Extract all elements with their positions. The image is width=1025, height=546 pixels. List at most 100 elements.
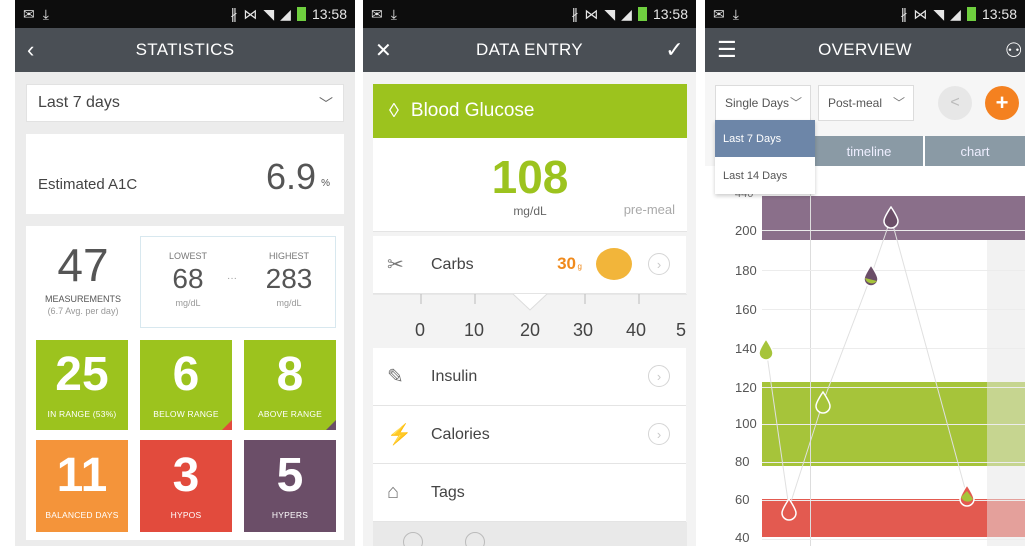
tag-icon: ⌂: [387, 481, 400, 503]
corner-indicator: [326, 420, 336, 430]
in-range-label: IN RANGE (53%): [47, 409, 117, 419]
blood-glucose-header: ◊ Blood Glucose: [373, 84, 687, 138]
meal-tag[interactable]: pre-meal: [624, 202, 675, 217]
corner-indicator: [222, 420, 232, 430]
status-bar: ✉ ⤓ ∦ ⋈ ◥ ◢ 13:58: [15, 0, 355, 28]
nfc-icon: ⋈: [243, 5, 258, 22]
ruler-label: 10: [464, 320, 485, 340]
battery-icon: [637, 7, 647, 21]
calories-row[interactable]: ⚡ Calories ›: [373, 406, 686, 464]
period-select[interactable]: Last 7 days ﹀: [26, 84, 344, 122]
nfc-icon: ⋈: [584, 5, 599, 22]
glucose-value: 108: [491, 151, 569, 203]
chevron-right-icon[interactable]: ›: [648, 365, 670, 387]
chevron-right-icon[interactable]: ›: [648, 253, 670, 275]
chevron-down-icon: ﹀: [789, 96, 802, 110]
tab-chart[interactable]: chart: [925, 136, 1025, 166]
dropdown-option-last-7-days[interactable]: Last 7 Days: [715, 120, 815, 157]
calories-label: Calories: [431, 425, 490, 443]
a1c-value: 6.9: [265, 156, 316, 197]
close-icon[interactable]: ✕: [375, 28, 392, 72]
carbs-ruler[interactable]: 0 10 20 30 40 5: [373, 294, 687, 348]
glucose-chart: 440 200 180 160 140 120 100 80 60 40: [705, 166, 1025, 546]
hypos-tile[interactable]: 3 HYPOS: [140, 440, 232, 532]
download-icon: ⤓: [42, 5, 49, 22]
smiley-icon[interactable]: [403, 532, 423, 546]
below-range-label: BELOW RANGE: [153, 409, 219, 419]
mood-row: [373, 522, 687, 546]
page-title: OVERVIEW: [818, 40, 912, 59]
dropdown-option-last-14-days[interactable]: Last 14 Days: [715, 157, 815, 194]
hypers-tile[interactable]: 5 HYPERS: [244, 440, 336, 532]
balanced-days-count: 11: [56, 449, 108, 502]
carbs-label: Carbs: [431, 255, 474, 273]
measurements-label: MEASUREMENTS: [44, 294, 121, 304]
wifi-icon: ◥: [933, 5, 945, 22]
insulin-row[interactable]: ✎ Insulin ›: [373, 348, 686, 406]
status-time: 13:58: [311, 6, 347, 22]
battery-icon: [296, 7, 306, 21]
hypos-count: 3: [172, 449, 200, 502]
chevron-down-icon: ﹀: [892, 96, 905, 110]
highest-label: HIGHEST: [268, 251, 309, 261]
mail-icon: ✉: [713, 5, 725, 22]
ruler-label: 20: [520, 320, 541, 340]
download-icon: ⤓: [732, 5, 739, 22]
day-range-select[interactable]: Single Days ﹀: [715, 85, 811, 121]
tab-timeline[interactable]: timeline: [815, 136, 923, 166]
glucose-reading[interactable]: 108 mg/dL pre-meal: [373, 138, 687, 232]
in-range-count: 25: [55, 348, 109, 401]
statistics-screen: ✉ ⤓ ∦ ⋈ ◥ ◢ 13:58 ‹ STATISTICS Last 7 day…: [15, 0, 355, 546]
view-tabs: timeline chart: [815, 136, 1025, 166]
in-range-tile[interactable]: 25 IN RANGE (53%): [36, 340, 128, 430]
below-range-count: 6: [172, 348, 200, 401]
glucose-reading-marker[interactable]: [958, 484, 976, 508]
status-time: 13:58: [652, 6, 688, 22]
lowest-unit: mg/dL: [175, 298, 201, 308]
carbs-unit: g: [577, 262, 582, 271]
a1c-card: Estimated A1C 6.9 %: [26, 134, 344, 214]
glucose-reading-marker[interactable]: [780, 498, 798, 522]
above-range-tile[interactable]: 8 ABOVE RANGE: [244, 340, 336, 430]
glucose-reading-marker[interactable]: [862, 264, 880, 288]
glucose-reading-marker[interactable]: [882, 206, 900, 230]
bluetooth-icon: ∦: [230, 5, 238, 22]
meal-filter-select[interactable]: Post-meal ﹀: [818, 85, 914, 121]
app-bar: ☰ OVERVIEW ⚇: [705, 28, 1025, 72]
tags-row[interactable]: ⌂ Tags: [373, 464, 686, 522]
signal-icon: ◢: [950, 5, 961, 22]
bluetooth-icon: ∦: [571, 5, 579, 22]
measurements-avg: (6.7 Avg. per day): [47, 306, 119, 316]
lowest-label: LOWEST: [168, 251, 207, 261]
chevron-right-icon[interactable]: ›: [648, 423, 670, 445]
range-separator: ···: [227, 273, 237, 284]
download-icon: ⤓: [390, 5, 397, 22]
glucose-reading-marker[interactable]: [757, 338, 775, 362]
app-bar: ✕ DATA ENTRY ✓: [363, 28, 696, 72]
neutral-face-icon[interactable]: [465, 532, 485, 546]
menu-icon[interactable]: ☰: [717, 28, 737, 72]
ruler-label: 0: [415, 320, 426, 340]
glucose-reading-marker[interactable]: [814, 391, 832, 415]
day-range-value: Single Days: [725, 96, 790, 110]
carbs-value: 30: [557, 254, 576, 273]
page-title: STATISTICS: [135, 40, 235, 59]
carbs-row[interactable]: ✂ Carbs 30 g ›: [373, 236, 686, 294]
people-icon[interactable]: ⚇: [1005, 28, 1023, 72]
balanced-days-label: BALANCED DAYS: [45, 510, 119, 520]
data-entry-screen: ✉ ⤓ ∦ ⋈ ◥ ◢ 13:58 ✕ DATA ENTRY ✓ ◊ Blood …: [363, 0, 696, 546]
app-bar: ‹ STATISTICS: [15, 28, 355, 72]
share-icon[interactable]: <: [938, 86, 972, 120]
signal-icon: ◢: [621, 5, 632, 22]
highest-value: 283: [265, 263, 313, 294]
wifi-icon: ◥: [263, 5, 275, 22]
balanced-days-tile[interactable]: 11 BALANCED DAYS: [36, 440, 128, 532]
add-button[interactable]: +: [985, 86, 1019, 120]
checkmark-icon[interactable]: ✓: [665, 28, 684, 72]
status-bar: ✉ ⤓ ∦ ⋈ ◥ ◢ 13:58: [705, 0, 1025, 28]
hypos-label: HYPOS: [170, 510, 202, 520]
highest-unit: mg/dL: [276, 298, 302, 308]
above-range-label: ABOVE RANGE: [257, 409, 323, 419]
below-range-tile[interactable]: 6 BELOW RANGE: [140, 340, 232, 430]
back-icon[interactable]: ‹: [27, 28, 35, 72]
